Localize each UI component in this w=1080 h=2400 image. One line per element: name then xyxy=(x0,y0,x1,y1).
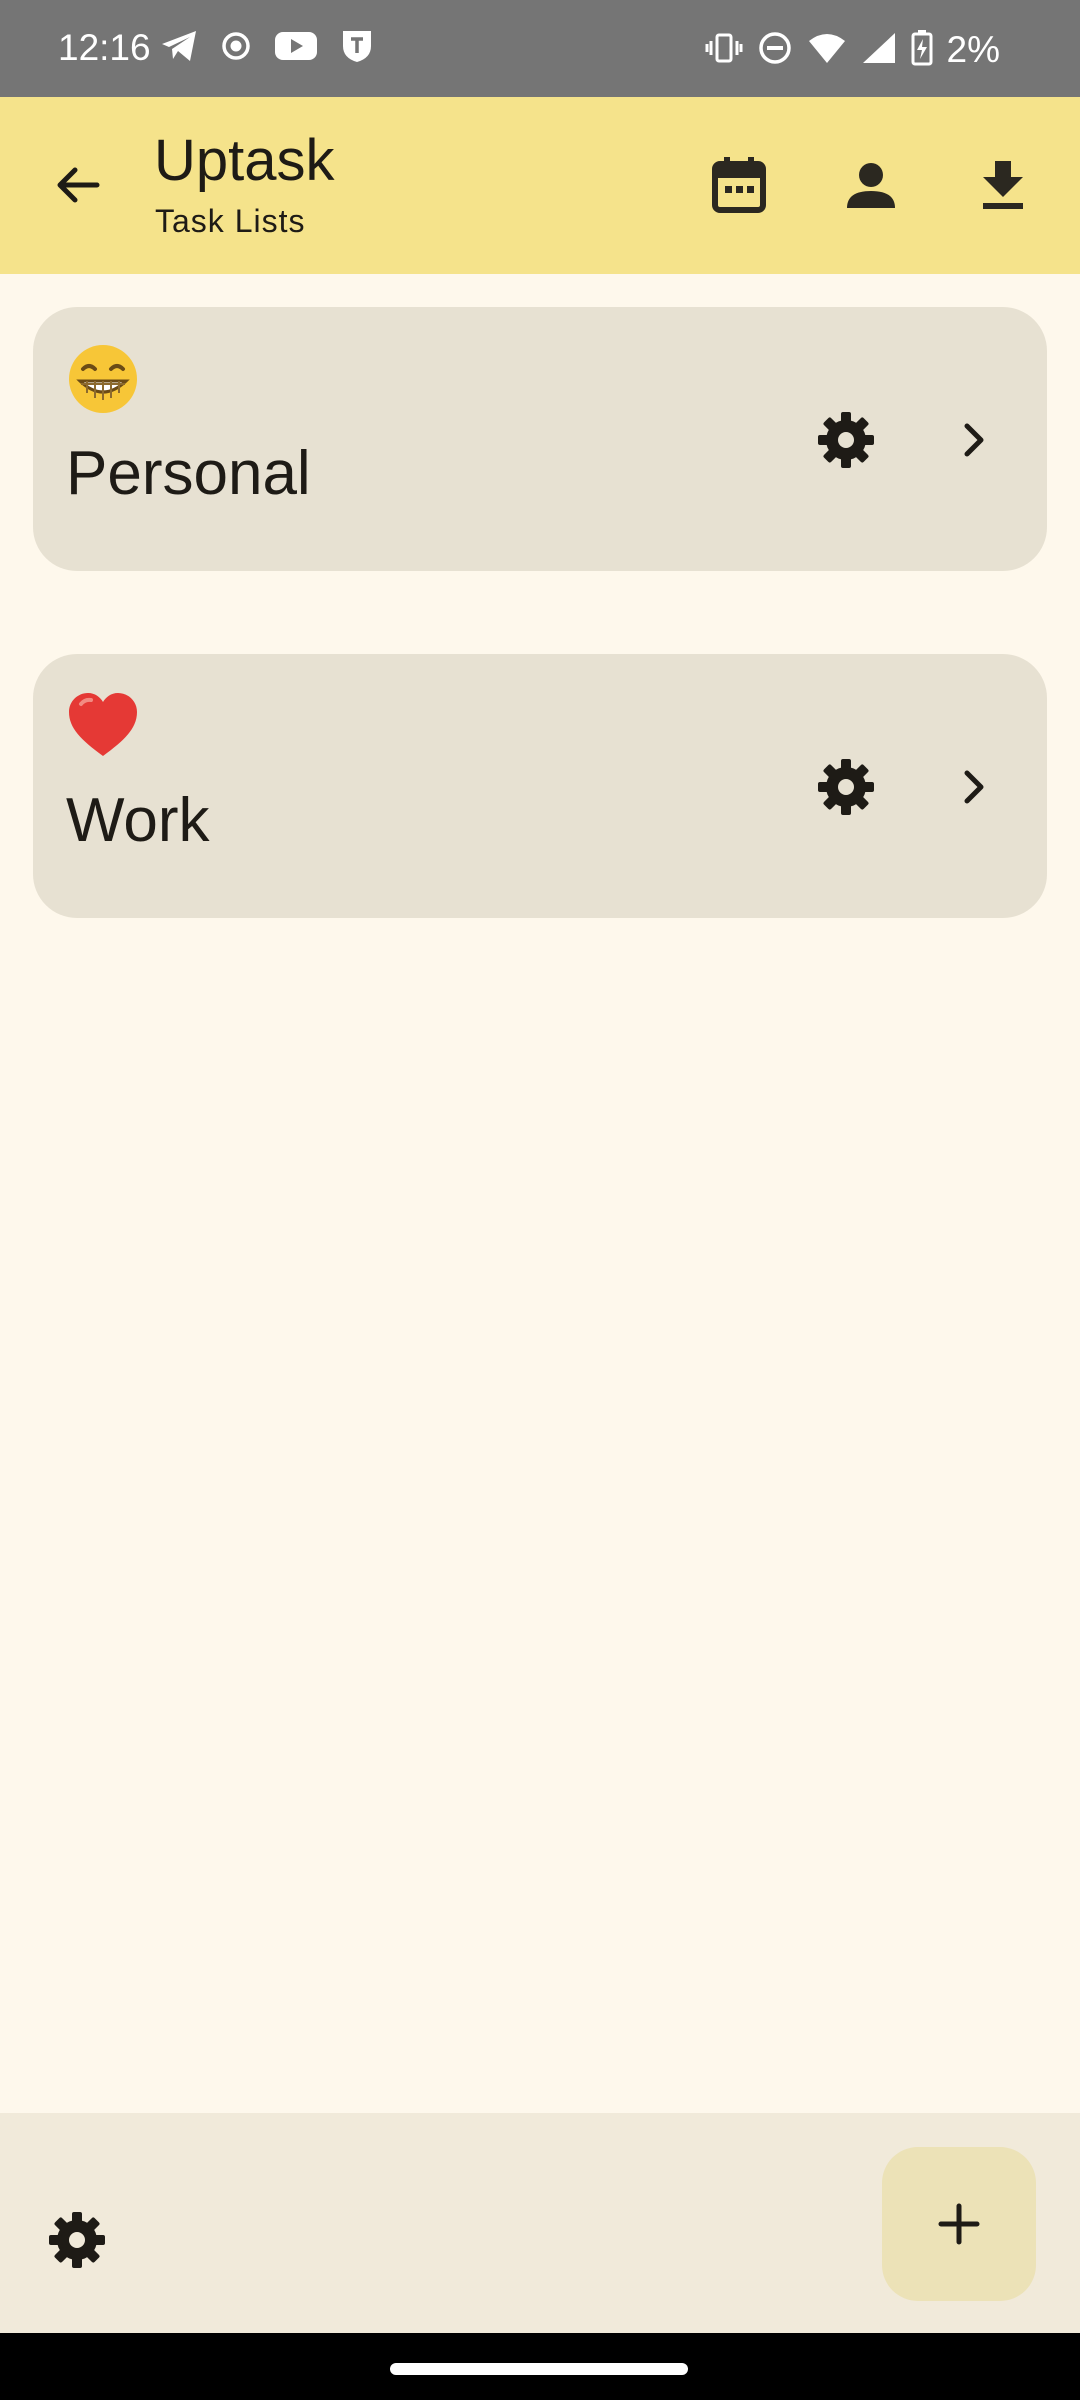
grinning-face-emoji xyxy=(67,343,139,415)
gear-icon xyxy=(818,412,874,468)
status-system-icons: 2% xyxy=(705,26,1000,74)
red-heart-emoji xyxy=(67,690,139,762)
record-icon xyxy=(220,30,252,67)
gear-icon xyxy=(818,759,874,815)
app-title: Uptask xyxy=(154,128,335,193)
list-settings-button[interactable] xyxy=(811,405,881,475)
download-icon xyxy=(983,161,1023,209)
open-list-button[interactable] xyxy=(939,752,1009,822)
telegram-icon xyxy=(160,29,198,68)
status-bar: 12:16 2% xyxy=(0,0,1080,97)
download-button[interactable] xyxy=(965,147,1041,223)
youtube-icon xyxy=(274,30,318,67)
arrow-back-icon xyxy=(57,167,100,203)
wifi-icon xyxy=(807,31,847,70)
shield-icon xyxy=(340,28,374,69)
calendar-icon xyxy=(712,157,766,213)
signal-icon xyxy=(861,31,897,70)
task-list-card-personal[interactable]: Personal xyxy=(33,307,1047,571)
app-subtitle: Task Lists xyxy=(155,203,306,239)
calendar-button[interactable] xyxy=(701,147,777,223)
battery-percentage: 2% xyxy=(946,29,1000,70)
status-time: 12:16 xyxy=(58,27,151,68)
home-gesture-handle[interactable] xyxy=(390,2363,688,2375)
battery-charging-icon xyxy=(911,29,933,71)
gear-icon xyxy=(49,2212,105,2268)
task-list-label: Work xyxy=(66,786,210,855)
list-settings-button[interactable] xyxy=(811,752,881,822)
do-not-disturb-icon xyxy=(757,30,793,71)
status-notification-icons xyxy=(160,28,374,69)
person-icon xyxy=(847,163,895,208)
chevron-right-icon xyxy=(964,423,984,457)
task-list-card-work[interactable]: Work xyxy=(33,654,1047,918)
back-button[interactable] xyxy=(40,147,116,223)
app-bar: Uptask Task Lists xyxy=(0,97,1080,274)
task-list-label: Personal xyxy=(66,439,311,508)
system-navigation-bar xyxy=(0,2333,1080,2400)
vibrate-icon xyxy=(705,31,743,70)
add-task-list-button[interactable] xyxy=(882,2147,1036,2301)
account-button[interactable] xyxy=(833,147,909,223)
open-list-button[interactable] xyxy=(939,405,1009,475)
plus-icon xyxy=(938,2203,980,2245)
settings-button[interactable] xyxy=(40,2203,114,2277)
bottom-app-bar xyxy=(0,2113,1080,2333)
chevron-right-icon xyxy=(964,770,984,804)
